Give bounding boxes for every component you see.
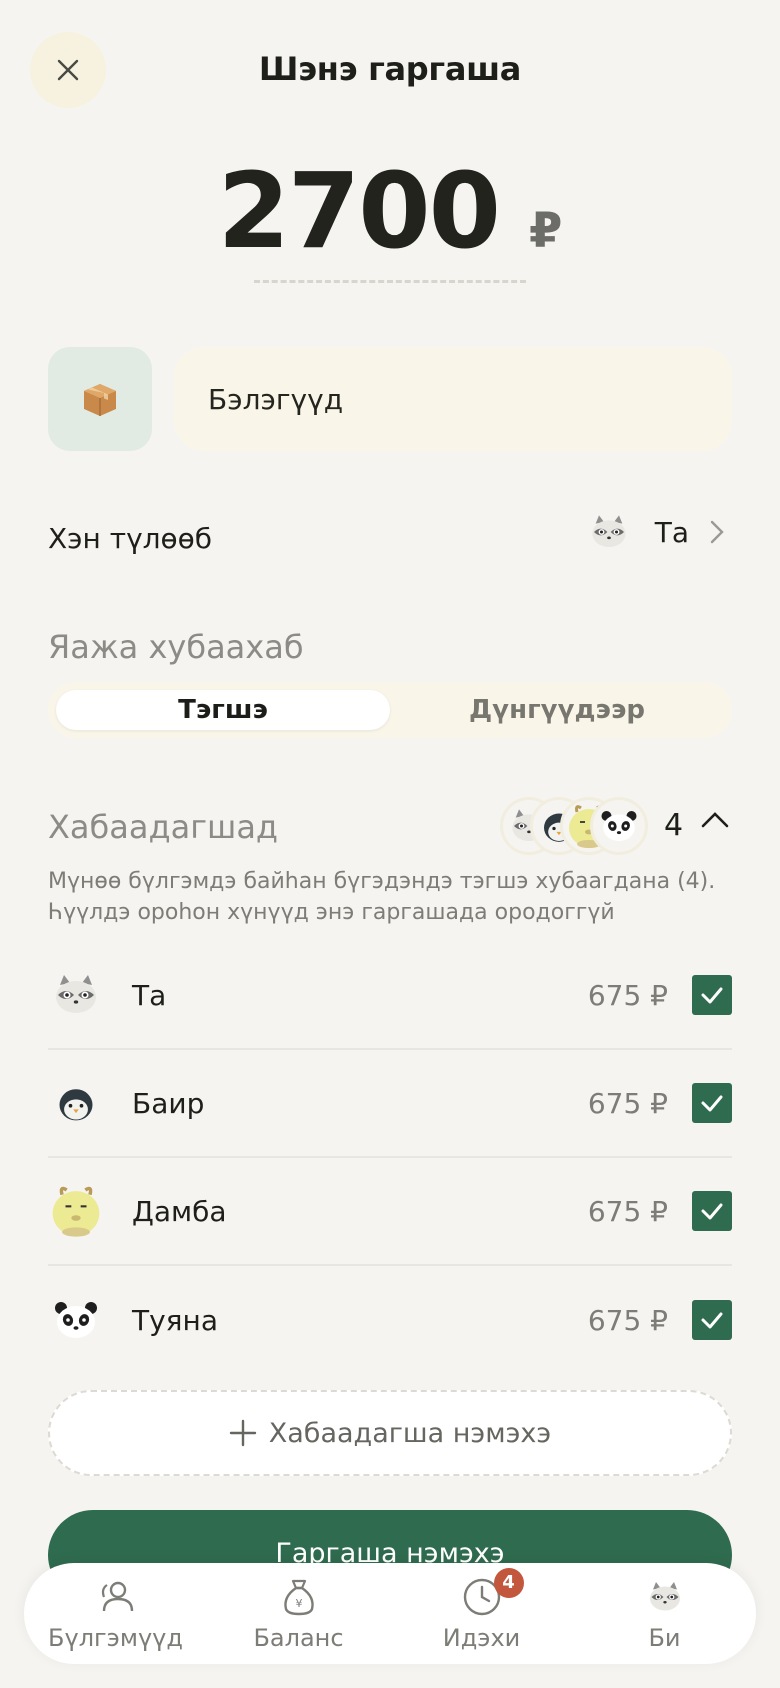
chevron-right-icon [710,520,724,544]
payer-label: Хэн түлөөб [48,522,213,555]
activity-badge: 4 [493,1567,524,1598]
member-name: Дамба [132,1194,227,1228]
member-list: Та 675 ₽ Баир 675 ₽ Дамба 675 ₽ Туяна 67… [48,942,732,1374]
category-name-input[interactable]: Бэлэгүүд [174,347,732,451]
box-icon [84,384,116,416]
member-row[interactable]: Та 675 ₽ [48,942,732,1050]
plus-icon [229,1419,256,1447]
chevron-up-icon [701,812,729,828]
amount-underline [254,280,526,283]
currency-symbol: ₽ [529,203,563,259]
svg-text:¥: ¥ [295,1597,302,1610]
category-icon-button[interactable] [48,347,152,451]
amount-value[interactable]: 2700 [218,150,501,272]
member-amount: 675 ₽ [587,1194,668,1228]
raccoon-avatar [48,967,104,1023]
member-checkbox[interactable] [692,1083,732,1123]
member-name: Туяна [132,1303,218,1337]
category-name: Бэлэгүүд [208,382,344,416]
panda-avatar [48,1292,104,1348]
tab-label: Бүлгэмүүд [48,1623,183,1652]
page-title: Шэнэ гаргаша [258,50,522,88]
amount-display[interactable]: 2700 ₽ [0,150,780,272]
members-avatar-stack[interactable] [500,797,660,855]
tab-groups[interactable]: Бүлгэмүүд [24,1563,207,1664]
tab-profile[interactable]: Би [573,1563,756,1664]
payer-selector[interactable]: Та [589,512,725,552]
split-heading: Яажа хубаахаб [48,628,304,666]
stack-avatar-panda [590,797,648,855]
collapse-members-button[interactable] [700,810,730,834]
payer-name: Та [654,515,689,549]
member-checkbox[interactable] [692,1300,732,1340]
add-member-label: Хабаадагша нэмэхэ [268,1417,552,1449]
people-icon [101,1581,133,1611]
add-member-button[interactable]: Хабаадагша нэмэхэ [48,1390,732,1476]
check-icon [701,1312,723,1329]
tab-balance[interactable]: ¥ Баланс [207,1563,390,1664]
member-amount: 675 ₽ [587,1303,668,1337]
member-row[interactable]: Баир 675 ₽ [48,1050,732,1158]
tab-bar: Бүлгэмүүд ¥ Баланс 4 Идэхи Би [24,1563,756,1664]
split-by-amount-option[interactable]: Дүнгүүдээр [390,690,724,730]
raccoon-avatar [589,512,629,552]
tab-activity[interactable]: 4 Идэхи [390,1563,573,1664]
money-bag-icon: ¥ [283,1579,314,1615]
goat-avatar [48,1183,104,1239]
penguin-avatar [48,1075,104,1131]
check-icon [701,1095,723,1112]
member-checkbox[interactable] [692,975,732,1015]
members-note: Мүнөө бүлгэмдэ байһан бүгэдэндэ тэгшэ ху… [48,869,716,925]
members-count: 4 [664,808,684,843]
member-checkbox[interactable] [692,1191,732,1231]
member-row[interactable]: Туяна 675 ₽ [48,1266,732,1374]
members-heading: Хабаадагшад [48,808,279,846]
split-equal-option[interactable]: Тэгшэ [56,690,390,730]
member-name: Баир [132,1086,205,1120]
tab-label: Баланс [253,1623,344,1652]
member-amount: 675 ₽ [587,978,668,1012]
raccoon-avatar [647,1579,683,1615]
check-icon [701,987,723,1004]
tab-label: Би [648,1623,681,1652]
check-icon [701,1203,723,1220]
split-mode-toggle[interactable]: Тэгшэ Дүнгүүдээр [48,682,732,738]
member-row[interactable]: Дамба 675 ₽ [48,1158,732,1266]
tab-label: Идэхи [442,1623,521,1652]
member-amount: 675 ₽ [587,1086,668,1120]
member-name: Та [132,978,167,1012]
